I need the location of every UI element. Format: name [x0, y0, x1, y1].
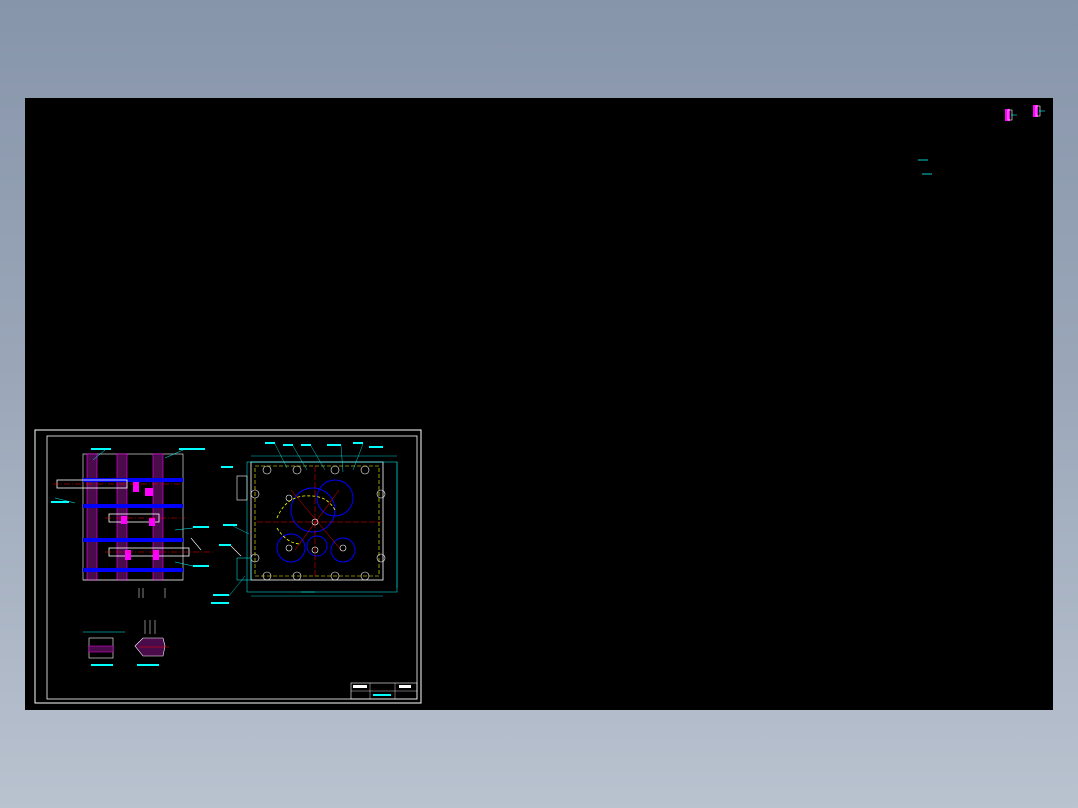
sheet-inner-border [46, 435, 418, 700]
top-right-annotations [918, 105, 1045, 175]
detail-views [83, 620, 169, 666]
bolt-icon-1[interactable] [1005, 109, 1017, 121]
cad-model-space[interactable] [25, 98, 1053, 710]
plan-view-right [211, 442, 398, 604]
cad-drawing-svg [34, 105, 1045, 704]
section-view-left [51, 448, 215, 598]
title-block [350, 682, 418, 700]
bolt-icon-2[interactable] [1033, 105, 1045, 117]
drawing-sheet[interactable] [34, 429, 422, 704]
small-label-marks [918, 159, 932, 175]
